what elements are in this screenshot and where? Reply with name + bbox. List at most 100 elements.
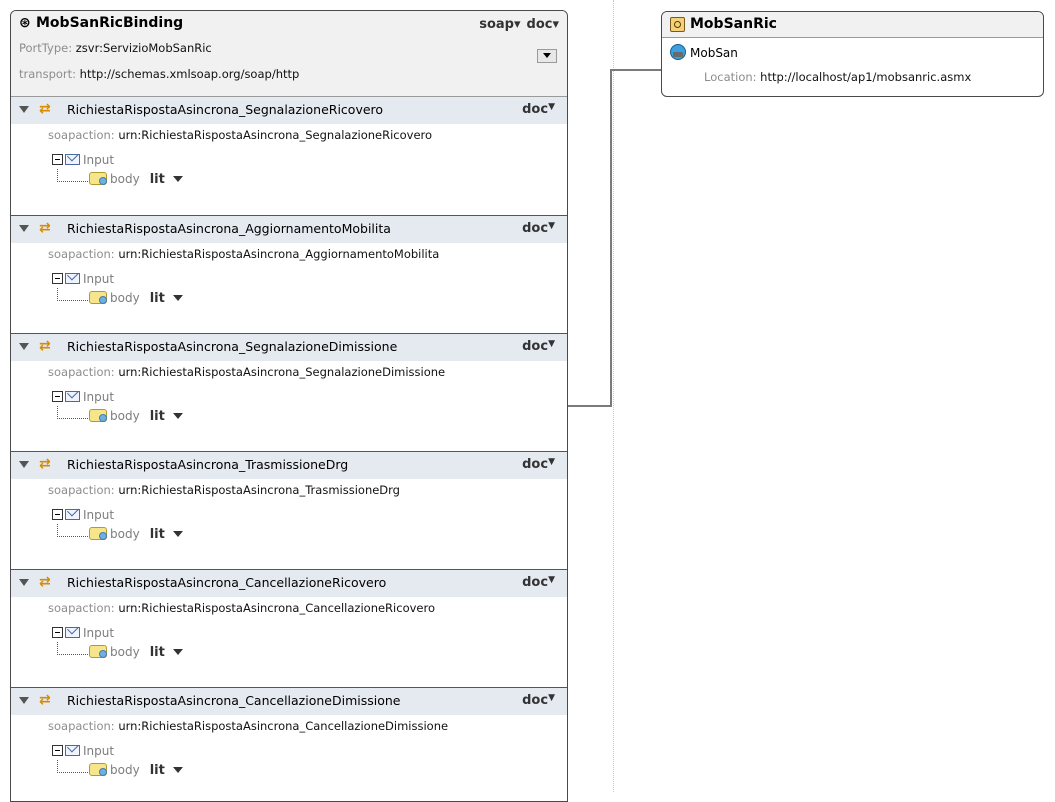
- chevron-down-icon[interactable]: ▼: [548, 102, 555, 112]
- operation-body: soapaction: urn:RichiestaRispostaAsincro…: [11, 479, 567, 568]
- body-part-icon: [89, 409, 107, 422]
- protocol-label[interactable]: soap: [479, 17, 514, 32]
- input-message-row[interactable]: Input: [52, 153, 114, 169]
- service-icon: [670, 17, 685, 32]
- body-part-icon: [89, 527, 107, 540]
- chevron-down-icon[interactable]: [172, 767, 183, 773]
- service-box[interactable]: MobSanRic MobSan Location: http://localh…: [661, 11, 1044, 97]
- body-part-row[interactable]: body lit: [89, 291, 183, 306]
- operation-header[interactable]: ⇄ RichiestaRispostaAsincrona_Cancellazio…: [11, 688, 567, 715]
- chevron-down-icon[interactable]: ▼: [548, 339, 555, 349]
- collapse-triangle-icon[interactable]: [19, 343, 29, 350]
- soapaction-row: soapaction: urn:RichiestaRispostaAsincro…: [48, 483, 400, 497]
- input-message-row[interactable]: Input: [52, 744, 114, 760]
- body-part-row[interactable]: body lit: [89, 409, 183, 424]
- use-label[interactable]: lit: [150, 409, 165, 424]
- binding-icon: ⊛: [19, 15, 31, 31]
- operation-name[interactable]: RichiestaRispostaAsincrona_SegnalazioneD…: [67, 339, 397, 354]
- operation-style-selector[interactable]: doc▼: [522, 339, 555, 354]
- tree-connector: [57, 169, 88, 182]
- envelope-icon: [65, 154, 80, 165]
- input-message-row[interactable]: Input: [52, 390, 114, 406]
- operation-style-selector[interactable]: doc▼: [522, 575, 555, 590]
- operation-style-selector[interactable]: doc▼: [522, 102, 555, 117]
- service-port[interactable]: MobSan: [670, 44, 738, 60]
- soapaction-row: soapaction: urn:RichiestaRispostaAsincro…: [48, 247, 440, 261]
- input-message-row[interactable]: Input: [52, 508, 114, 524]
- operation-block[interactable]: ⇄ RichiestaRispostaAsincrona_Segnalazion…: [11, 97, 567, 214]
- operation-name[interactable]: RichiestaRispostaAsincrona_TrasmissioneD…: [67, 457, 348, 472]
- operation-block[interactable]: ⇄ RichiestaRispostaAsincrona_Trasmission…: [11, 451, 567, 568]
- chevron-down-icon[interactable]: [172, 531, 183, 537]
- collapse-triangle-icon[interactable]: [19, 106, 29, 113]
- style-label[interactable]: doc: [527, 17, 553, 32]
- operation-name[interactable]: RichiestaRispostaAsincrona_Cancellazione…: [67, 693, 400, 708]
- operation-block[interactable]: ⇄ RichiestaRispostaAsincrona_Cancellazio…: [11, 569, 567, 686]
- collapse-triangle-icon[interactable]: [19, 225, 29, 232]
- collapse-minus-icon[interactable]: [52, 391, 63, 402]
- operation-header[interactable]: ⇄ RichiestaRispostaAsincrona_Segnalazion…: [11, 97, 567, 124]
- use-label[interactable]: lit: [150, 291, 165, 306]
- soapaction-row: soapaction: urn:RichiestaRispostaAsincro…: [48, 128, 433, 142]
- connector-line: [566, 405, 612, 407]
- operation-header[interactable]: ⇄ RichiestaRispostaAsincrona_Segnalazion…: [11, 334, 567, 361]
- binding-title[interactable]: ⊛ MobSanRicBinding: [19, 15, 183, 31]
- collapse-minus-icon[interactable]: [52, 273, 63, 284]
- porttype-dropdown-button[interactable]: [537, 49, 557, 63]
- body-part-row[interactable]: body lit: [89, 763, 183, 778]
- request-response-arrows-icon: ⇄: [39, 220, 51, 236]
- binding-box[interactable]: ⊛ MobSanRicBinding soap▾ doc▾ PortType: z…: [10, 10, 568, 802]
- operation-header[interactable]: ⇄ RichiestaRispostaAsincrona_Trasmission…: [11, 452, 567, 479]
- chevron-down-icon[interactable]: ▾: [552, 17, 559, 32]
- binding-header: ⊛ MobSanRicBinding soap▾ doc▾ PortType: z…: [11, 11, 567, 97]
- input-message-row[interactable]: Input: [52, 626, 114, 642]
- chevron-down-icon[interactable]: ▼: [548, 221, 555, 231]
- service-title[interactable]: MobSanRic: [690, 16, 777, 32]
- chevron-down-icon[interactable]: ▼: [548, 693, 555, 703]
- operation-block[interactable]: ⇄ RichiestaRispostaAsincrona_Aggiornamen…: [11, 215, 567, 332]
- operation-name[interactable]: RichiestaRispostaAsincrona_SegnalazioneR…: [67, 102, 383, 117]
- chevron-down-icon[interactable]: [172, 176, 183, 182]
- use-label[interactable]: lit: [150, 172, 165, 187]
- request-response-arrows-icon: ⇄: [39, 456, 51, 472]
- operation-block[interactable]: ⇄ RichiestaRispostaAsincrona_Cancellazio…: [11, 687, 567, 801]
- operation-name[interactable]: RichiestaRispostaAsincrona_Cancellazione…: [67, 575, 386, 590]
- operation-block[interactable]: ⇄ RichiestaRispostaAsincrona_Segnalazion…: [11, 333, 567, 450]
- chevron-down-icon[interactable]: [172, 295, 183, 301]
- chevron-down-icon[interactable]: ▼: [548, 457, 555, 467]
- input-message-row[interactable]: Input: [52, 272, 114, 288]
- globe-icon: [670, 44, 686, 60]
- use-label[interactable]: lit: [150, 645, 165, 660]
- envelope-icon: [65, 391, 80, 402]
- body-part-row[interactable]: body lit: [89, 527, 183, 542]
- chevron-down-icon[interactable]: ▾: [514, 17, 522, 32]
- collapse-triangle-icon[interactable]: [19, 697, 29, 704]
- collapse-minus-icon[interactable]: [52, 154, 63, 165]
- operation-header[interactable]: ⇄ RichiestaRispostaAsincrona_Cancellazio…: [11, 570, 567, 597]
- connector-line: [610, 69, 662, 71]
- body-part-icon: [89, 172, 107, 185]
- tree-connector: [57, 406, 88, 419]
- use-label[interactable]: lit: [150, 763, 165, 778]
- transport-row: transport: http://schemas.xmlsoap.org/so…: [19, 67, 300, 81]
- body-part-icon: [89, 291, 107, 304]
- chevron-down-icon[interactable]: [172, 649, 183, 655]
- service-header: MobSanRic: [662, 12, 1043, 38]
- binding-style-selector[interactable]: soap▾ doc▾: [479, 17, 559, 32]
- body-part-row[interactable]: body lit: [89, 645, 183, 660]
- collapse-minus-icon[interactable]: [52, 745, 63, 756]
- collapse-minus-icon[interactable]: [52, 509, 63, 520]
- operation-header[interactable]: ⇄ RichiestaRispostaAsincrona_Aggiornamen…: [11, 216, 567, 243]
- use-label[interactable]: lit: [150, 527, 165, 542]
- service-location: Location: http://localhost/ap1/mobsanric…: [704, 70, 972, 84]
- chevron-down-icon[interactable]: ▼: [548, 575, 555, 585]
- operation-name[interactable]: RichiestaRispostaAsincrona_Aggiornamento…: [67, 221, 391, 236]
- body-part-row[interactable]: body lit: [89, 172, 183, 187]
- collapse-triangle-icon[interactable]: [19, 461, 29, 468]
- operation-style-selector[interactable]: doc▼: [522, 221, 555, 236]
- collapse-triangle-icon[interactable]: [19, 579, 29, 586]
- collapse-minus-icon[interactable]: [52, 627, 63, 638]
- operation-style-selector[interactable]: doc▼: [522, 693, 555, 708]
- chevron-down-icon[interactable]: [172, 413, 183, 419]
- operation-style-selector[interactable]: doc▼: [522, 457, 555, 472]
